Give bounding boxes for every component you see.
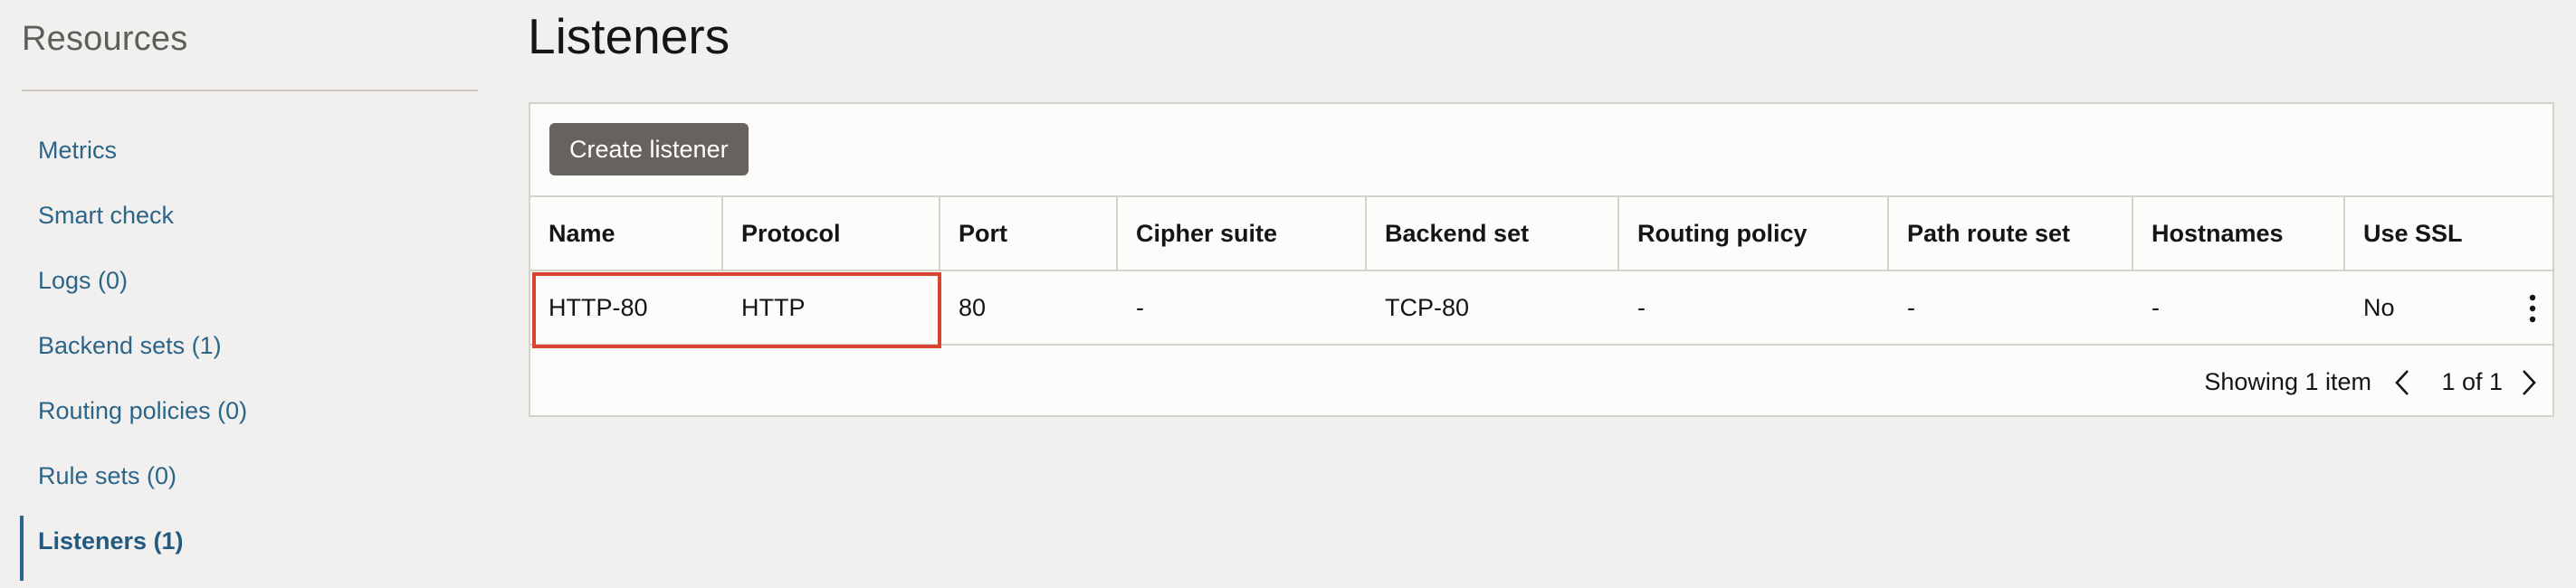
sidebar-item-listeners[interactable]: Listeners (1) <box>0 508 507 581</box>
cell-protocol: HTTP <box>741 294 806 321</box>
sidebar-item-smart-check[interactable]: Smart check <box>0 183 507 248</box>
column-header-protocol[interactable]: Protocol <box>723 197 940 270</box>
create-listener-button[interactable]: Create listener <box>549 123 749 175</box>
column-header-hostnames[interactable]: Hostnames <box>2133 197 2345 270</box>
column-header-use-ssl[interactable]: Use SSL <box>2345 197 2552 270</box>
sidebar-divider <box>22 90 478 91</box>
cell-port: 80 <box>959 294 987 321</box>
resources-title: Resources <box>22 20 188 58</box>
page-indicator: 1 of 1 <box>2441 368 2503 395</box>
table-toolbar: Create listener <box>530 104 2552 197</box>
table-row: HTTP-80 HTTP 80 - TCP-80 - - - No <box>530 271 2552 346</box>
cell-name[interactable]: HTTP-80 <box>530 271 723 344</box>
listeners-table: Name Protocol Port Cipher suite Backend … <box>530 197 2552 348</box>
column-header-path-route-set[interactable]: Path route set <box>1889 197 2133 270</box>
cell-path-route-set: - <box>1907 294 1915 321</box>
table-header-row: Name Protocol Port Cipher suite Backend … <box>530 197 2552 271</box>
page-title: Listeners <box>528 8 730 64</box>
cell-backend-set: TCP-80 <box>1385 294 1470 321</box>
sidebar-item-routing-policies[interactable]: Routing policies (0) <box>0 378 507 443</box>
sidebar-item-logs[interactable]: Logs (0) <box>0 248 507 313</box>
sidebar-item-rule-sets[interactable]: Rule sets (0) <box>0 443 507 508</box>
table-footer: Showing 1 item 1 of 1 <box>530 346 2552 417</box>
sidebar-item-metrics[interactable]: Metrics <box>0 118 507 183</box>
chevron-left-icon[interactable] <box>2390 368 2417 397</box>
column-header-port[interactable]: Port <box>940 197 1118 270</box>
showing-count: Showing 1 item <box>2204 368 2371 395</box>
chevron-right-icon[interactable] <box>2514 368 2542 397</box>
resources-nav: Metrics Smart check Logs (0) Backend set… <box>0 118 507 581</box>
column-header-routing-policy[interactable]: Routing policy <box>1619 197 1889 270</box>
column-header-backend-set[interactable]: Backend set <box>1367 197 1619 270</box>
sidebar-item-backend-sets[interactable]: Backend sets (1) <box>0 313 507 378</box>
sidebar: Resources Metrics Smart check Logs (0) B… <box>0 0 507 588</box>
kebab-menu-icon[interactable] <box>2522 293 2543 324</box>
cell-cipher-suite: - <box>1136 294 1144 321</box>
cell-routing-policy: - <box>1637 294 1646 321</box>
column-header-cipher-suite[interactable]: Cipher suite <box>1118 197 1367 270</box>
listeners-panel: Create listener Name Protocol Port Ciphe… <box>529 102 2554 417</box>
cell-hostnames: - <box>2151 294 2160 321</box>
column-header-name[interactable]: Name <box>530 197 723 270</box>
